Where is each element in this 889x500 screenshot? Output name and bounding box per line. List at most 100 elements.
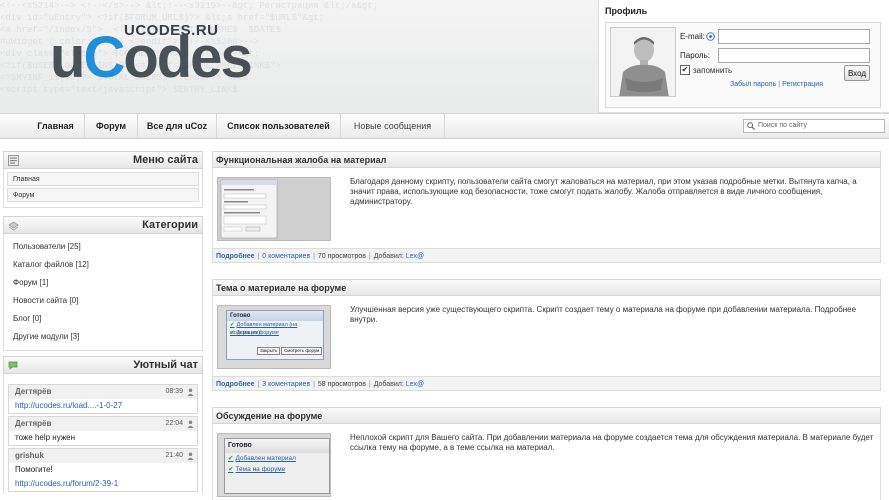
user-icon: [187, 420, 194, 428]
profile-title: Профиль: [605, 6, 648, 16]
email-field[interactable]: [718, 29, 870, 44]
chat-message: Дегтярёв 22:04 тоже help нужен: [8, 416, 198, 446]
thumbnail-line: Добавлен материал: [236, 322, 288, 328]
categories-list: Пользователи [25] Каталог файлов [12] Фо…: [3, 234, 203, 351]
category-item[interactable]: Блог [0]: [13, 310, 193, 328]
main-nav: Главная Форум Все для uCoz Список пользо…: [0, 113, 889, 139]
check-icon: ✔: [230, 330, 235, 336]
link-separator: |: [778, 81, 781, 88]
thumbnail-line: Тема на форуме: [236, 330, 279, 336]
chat-time: 22:04: [165, 420, 183, 427]
categories-header: Категории: [3, 216, 203, 234]
views-count: 58 просмотров: [317, 381, 366, 388]
chat-time: 08:39: [165, 388, 183, 395]
entry-title[interactable]: Тема о материале на форуме: [212, 279, 881, 296]
user-icon: [187, 452, 194, 460]
register-link[interactable]: Регистрация: [782, 81, 823, 88]
logo-wordmark: uCodes: [50, 25, 253, 90]
menu-item-forum[interactable]: Форум: [7, 188, 199, 202]
comments-link[interactable]: 3 коментариев: [262, 381, 310, 388]
nav-item-new-messages[interactable]: Новые сообщения: [341, 114, 445, 139]
menu-block: Меню сайта Главная Форум: [3, 151, 203, 208]
thumbnail-window-title: Готово: [225, 439, 329, 453]
entry-body: Готово ✔ Добавлен материал ✔ Тема на форум…: [212, 424, 881, 500]
nav-item-users[interactable]: Список пользователей: [217, 114, 341, 139]
categories-icon: [8, 221, 19, 231]
remember-checkbox[interactable]: ✔: [680, 65, 690, 75]
category-item[interactable]: Новости сайта [0]: [13, 292, 193, 310]
remember-label: запомнить: [693, 66, 733, 75]
forgot-password-link[interactable]: Забыл пароль: [730, 81, 776, 88]
password-label: Пароль:: [680, 51, 710, 60]
avatar-placeholder-icon: [611, 28, 675, 96]
categories-title: Категории: [142, 219, 198, 231]
entry-text: Улучшенная версия уже существующего скри…: [350, 305, 857, 324]
category-item[interactable]: Форум [1]: [13, 274, 193, 292]
entry-footer: Подробнее | 0 коментариев | 70 просмотро…: [212, 248, 881, 263]
comments-link[interactable]: 0 коментариев: [262, 253, 310, 260]
category-item[interactable]: Другие модули [3]: [13, 328, 193, 346]
nav-item-home[interactable]: Главная: [27, 114, 85, 139]
entry-title[interactable]: Обсуждение на форуме: [212, 407, 881, 424]
chat-user[interactable]: grishuk: [15, 451, 44, 460]
complaint-form-screenshot-icon: [218, 178, 330, 240]
menu-item-home[interactable]: Главная: [7, 172, 199, 186]
logo-accent-letter: C: [83, 25, 125, 90]
logo-suffix: odes: [123, 25, 252, 90]
menu-title: Меню сайта: [132, 154, 198, 166]
category-item[interactable]: Каталог файлов [12]: [13, 256, 193, 274]
search-input[interactable]: Поиск по сайту: [743, 119, 885, 133]
check-icon: ✔: [230, 322, 235, 328]
entry-title[interactable]: Функциональная жалоба на материал: [212, 151, 881, 168]
openid-icon[interactable]: [706, 32, 715, 41]
password-field[interactable]: [718, 48, 870, 63]
menu-block-icon: [8, 155, 19, 166]
profile-links: Забыл пароль | Регистрация: [730, 81, 823, 88]
author-link[interactable]: Lex@: [406, 381, 424, 388]
entry-thumbnail[interactable]: Готово ✔ Добавлен материал (на модерации)…: [217, 305, 331, 369]
category-item[interactable]: Пользователи [25]: [13, 238, 193, 256]
entry-thumbnail[interactable]: [217, 177, 331, 241]
login-panel: E-mail: Пароль: ✔ запомнить Вход Забыл п…: [605, 22, 881, 108]
chat-text: тоже help нужен: [9, 431, 197, 445]
nav-item-ucoz[interactable]: Все для uCoz: [138, 114, 217, 139]
chat-text[interactable]: http://ucodes.ru/load....-1-0-27: [9, 399, 197, 413]
entry: Тема о материале на форуме Готово ✔ Добав…: [212, 279, 881, 391]
chat-text: Помогите!: [9, 463, 197, 477]
entry: Обсуждение на форуме Готово ✔ Добавлен ма…: [212, 407, 881, 500]
read-more-link[interactable]: Подробнее: [216, 253, 255, 260]
entry-body: Готово ✔ Добавлен материал (на модерации)…: [212, 296, 881, 376]
profile-box: Профиль E-mail: Пароль: ✔ запомнить Вход…: [598, 0, 889, 113]
chat-user[interactable]: Дегтярёв: [15, 419, 51, 428]
chat-header: Уютный чат: [3, 356, 203, 374]
avatar: [610, 27, 676, 97]
site-logo[interactable]: UCODES.RU uCodes: [50, 14, 253, 94]
thumbnail-window: Готово ✔ Добавлен материал (на модерации)…: [226, 310, 324, 360]
chat-icon: [8, 361, 18, 370]
views-count: 70 просмотров: [317, 253, 366, 260]
author-link[interactable]: Lex@: [406, 253, 424, 260]
thumbnail-window: Готово ✔ Добавлен материал ✔ Тема на форум…: [224, 438, 330, 494]
entry-footer: Подробнее | 3 коментариев | 58 просмотро…: [212, 376, 881, 391]
entry-thumbnail[interactable]: Готово ✔ Добавлен материал ✔ Тема на форум…: [217, 433, 331, 497]
entry-text: Неплохой скрипт для Вашего сайта. При до…: [350, 433, 874, 452]
thumbnail-close-button: Закрыть: [257, 347, 281, 355]
chat-title: Уютный чат: [133, 359, 198, 371]
email-label: E-mail:: [680, 32, 705, 41]
login-button[interactable]: Вход: [844, 65, 870, 81]
read-more-link[interactable]: Подробнее: [216, 381, 255, 388]
entry-body: Благодаря данному скрипту, пользователи …: [212, 168, 881, 248]
entry: Функциональная жалоба на материал Благод…: [212, 151, 881, 263]
categories-block: Категории Пользователи [25] Каталог файл…: [3, 216, 203, 351]
site-header: <!--<s5214>--> <!--</s>--> &lt;!--<s3219…: [0, 0, 889, 113]
nav-item-forum[interactable]: Форум: [85, 114, 138, 139]
chat-link[interactable]: http://ucodes.ru/forum/2-39-1: [9, 477, 197, 491]
thumbnail-line: Тема на форуме: [235, 466, 286, 473]
chat-user[interactable]: Дегтярёв: [15, 387, 51, 396]
chat-time: 21:40: [165, 452, 183, 459]
check-icon: ✔: [228, 455, 234, 462]
user-icon: [187, 388, 194, 396]
thumbnail-window-title: Готово: [227, 311, 323, 321]
check-icon: ✔: [228, 466, 234, 473]
thumbnail-forum-button: Смотреть форум: [281, 347, 323, 355]
